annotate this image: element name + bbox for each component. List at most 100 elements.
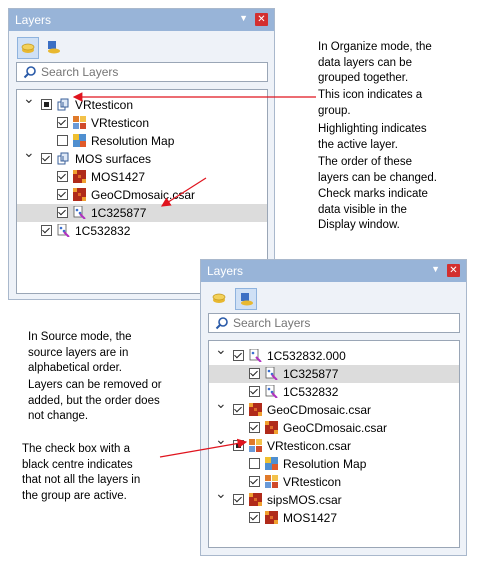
layer-row[interactable]: ⌄ GeoCDmosaic.csar bbox=[209, 396, 459, 419]
layer-row[interactable]: ⌄ 1C532832.000 bbox=[209, 342, 459, 365]
visibility-checkbox[interactable] bbox=[249, 476, 260, 487]
partial-checkbox[interactable] bbox=[41, 99, 52, 110]
visibility-checkbox[interactable] bbox=[57, 207, 68, 218]
annotation-check-marks: Check marks indicate data visible in the… bbox=[318, 188, 428, 231]
layer-row[interactable]: VRtesticon bbox=[17, 114, 267, 132]
group-icon bbox=[57, 152, 70, 165]
close-icon[interactable]: ✕ bbox=[447, 264, 460, 277]
layer-label: GeoCDmosaic.csar bbox=[283, 421, 388, 435]
source-mode-button[interactable] bbox=[235, 288, 257, 310]
layers-stack-icon bbox=[212, 293, 226, 303]
layer-row[interactable]: 1C532832 bbox=[209, 383, 459, 401]
visibility-checkbox[interactable] bbox=[233, 404, 244, 415]
panel-title: Layers bbox=[15, 13, 52, 27]
layer-label: 1C532832.000 bbox=[267, 349, 346, 363]
pointcloud-icon bbox=[57, 223, 70, 238]
annotation-order-change: The order of these layers can be changed… bbox=[318, 156, 437, 184]
close-icon[interactable]: ✕ bbox=[255, 13, 268, 26]
pointcloud-icon bbox=[265, 384, 278, 399]
visibility-checkbox[interactable] bbox=[249, 512, 260, 523]
chevron-down-icon[interactable]: ⌄ bbox=[215, 486, 227, 500]
layer-row[interactable]: MOS1427 bbox=[209, 509, 459, 527]
visibility-checkbox[interactable] bbox=[249, 368, 260, 379]
visibility-checkbox[interactable] bbox=[233, 350, 244, 361]
layer-label: Resolution Map bbox=[283, 457, 367, 471]
layer-label: VRtesticon bbox=[283, 475, 342, 489]
layer-row[interactable]: VRtesticon bbox=[209, 473, 459, 491]
layer-label: GeoCDmosaic.csar bbox=[91, 188, 196, 202]
layer-row[interactable]: 1C532832 bbox=[17, 222, 267, 240]
visibility-checkbox[interactable] bbox=[57, 135, 68, 146]
chevron-down-icon[interactable]: ⌄ bbox=[215, 342, 227, 356]
search-box bbox=[208, 313, 460, 333]
visibility-checkbox[interactable] bbox=[249, 422, 260, 433]
layers-stack-icon bbox=[21, 43, 35, 53]
layer-row[interactable]: ⌄ sipsMOS.csar bbox=[209, 486, 459, 509]
layer-label: VRtesticon bbox=[75, 98, 134, 112]
layer-row[interactable]: 1C325877 bbox=[209, 365, 459, 383]
panel-menu-arrow-icon[interactable]: ▼ bbox=[239, 13, 248, 23]
annotation-source-mode: In Source mode, the source layers are in… bbox=[28, 331, 132, 374]
visibility-checkbox[interactable] bbox=[249, 386, 260, 397]
layer-row[interactable]: Resolution Map bbox=[17, 132, 267, 150]
grid-icon bbox=[265, 511, 278, 524]
source-mode-button[interactable] bbox=[43, 37, 65, 59]
visibility-checkbox[interactable] bbox=[57, 171, 68, 182]
layer-label: sipsMOS.csar bbox=[267, 493, 342, 507]
chevron-down-icon[interactable]: ⌄ bbox=[215, 432, 227, 446]
layer-label: 1C325877 bbox=[283, 367, 339, 381]
panel-title: Layers bbox=[207, 264, 244, 278]
visibility-checkbox[interactable] bbox=[249, 458, 260, 469]
layer-label: MOS surfaces bbox=[75, 152, 152, 166]
annotation-black-centre: The check box with a black centre indica… bbox=[22, 443, 141, 502]
grid-icon bbox=[265, 421, 278, 434]
layer-row[interactable]: ⌄ MOS surfaces bbox=[17, 145, 267, 168]
pointcloud-icon bbox=[73, 205, 86, 220]
visibility-checkbox[interactable] bbox=[57, 117, 68, 128]
group-icon bbox=[57, 98, 70, 111]
search-icon bbox=[23, 66, 36, 79]
source-layers-panel: Layers ▼ ✕ ⌄ 1C532832.000 1C325877 1C532832… bbox=[200, 259, 467, 556]
annotation-group-icon: This icon indicates a group. bbox=[318, 89, 423, 117]
grid-icon bbox=[249, 403, 262, 416]
layer-row[interactable]: GeoCDmosaic.csar bbox=[17, 186, 267, 204]
panel-titlebar: Layers ▼ ✕ bbox=[201, 260, 466, 282]
layer-label: 1C532832 bbox=[283, 385, 339, 399]
visibility-checkbox[interactable] bbox=[41, 153, 52, 164]
layer-row[interactable]: MOS1427 bbox=[17, 168, 267, 186]
panel-titlebar: Layers ▼ ✕ bbox=[9, 9, 274, 31]
layer-row[interactable]: ⌄ VRtesticon.csar bbox=[209, 432, 459, 455]
search-box bbox=[16, 62, 268, 82]
layer-row[interactable]: ⌄ VRtesticon bbox=[17, 91, 267, 114]
visibility-checkbox[interactable] bbox=[41, 225, 52, 236]
search-input[interactable] bbox=[233, 315, 433, 331]
pointcloud-icon bbox=[265, 366, 278, 381]
organize-mode-button[interactable] bbox=[209, 288, 231, 310]
organize-mode-button[interactable] bbox=[17, 37, 39, 59]
grid-icon bbox=[249, 493, 262, 506]
layer-row[interactable]: Resolution Map bbox=[209, 455, 459, 473]
organize-layers-panel: Layers ▼ ✕ ⌄ VRtesticon VRtesticon Resoluti… bbox=[8, 8, 275, 300]
resolution-map-icon bbox=[73, 134, 86, 147]
search-icon bbox=[215, 317, 228, 330]
chevron-down-icon[interactable]: ⌄ bbox=[23, 145, 35, 159]
panel-menu-arrow-icon[interactable]: ▼ bbox=[431, 264, 440, 274]
grid-icon bbox=[73, 188, 86, 201]
chevron-down-icon[interactable]: ⌄ bbox=[23, 91, 35, 105]
search-input[interactable] bbox=[41, 64, 241, 80]
visibility-checkbox[interactable] bbox=[57, 189, 68, 200]
visibility-checkbox[interactable] bbox=[233, 494, 244, 505]
chevron-down-icon[interactable]: ⌄ bbox=[215, 396, 227, 410]
layer-label: 1C532832 bbox=[75, 224, 131, 238]
annotation-organize-mode: In Organize mode, the data layers can be… bbox=[318, 41, 432, 84]
layer-row[interactable]: 1C325877 bbox=[17, 204, 267, 222]
partial-checkbox[interactable] bbox=[233, 440, 244, 451]
layer-label: VRtesticon.csar bbox=[267, 439, 352, 453]
source-layers-icon bbox=[48, 41, 60, 54]
layer-row[interactable]: GeoCDmosaic.csar bbox=[209, 419, 459, 437]
grid-icon bbox=[73, 170, 86, 183]
mosaic-icon bbox=[265, 475, 278, 488]
source-layers-icon bbox=[241, 293, 253, 306]
annotation-removed-added: Layers can be removed or added, but the … bbox=[28, 379, 162, 422]
source-file-icon bbox=[249, 348, 262, 363]
